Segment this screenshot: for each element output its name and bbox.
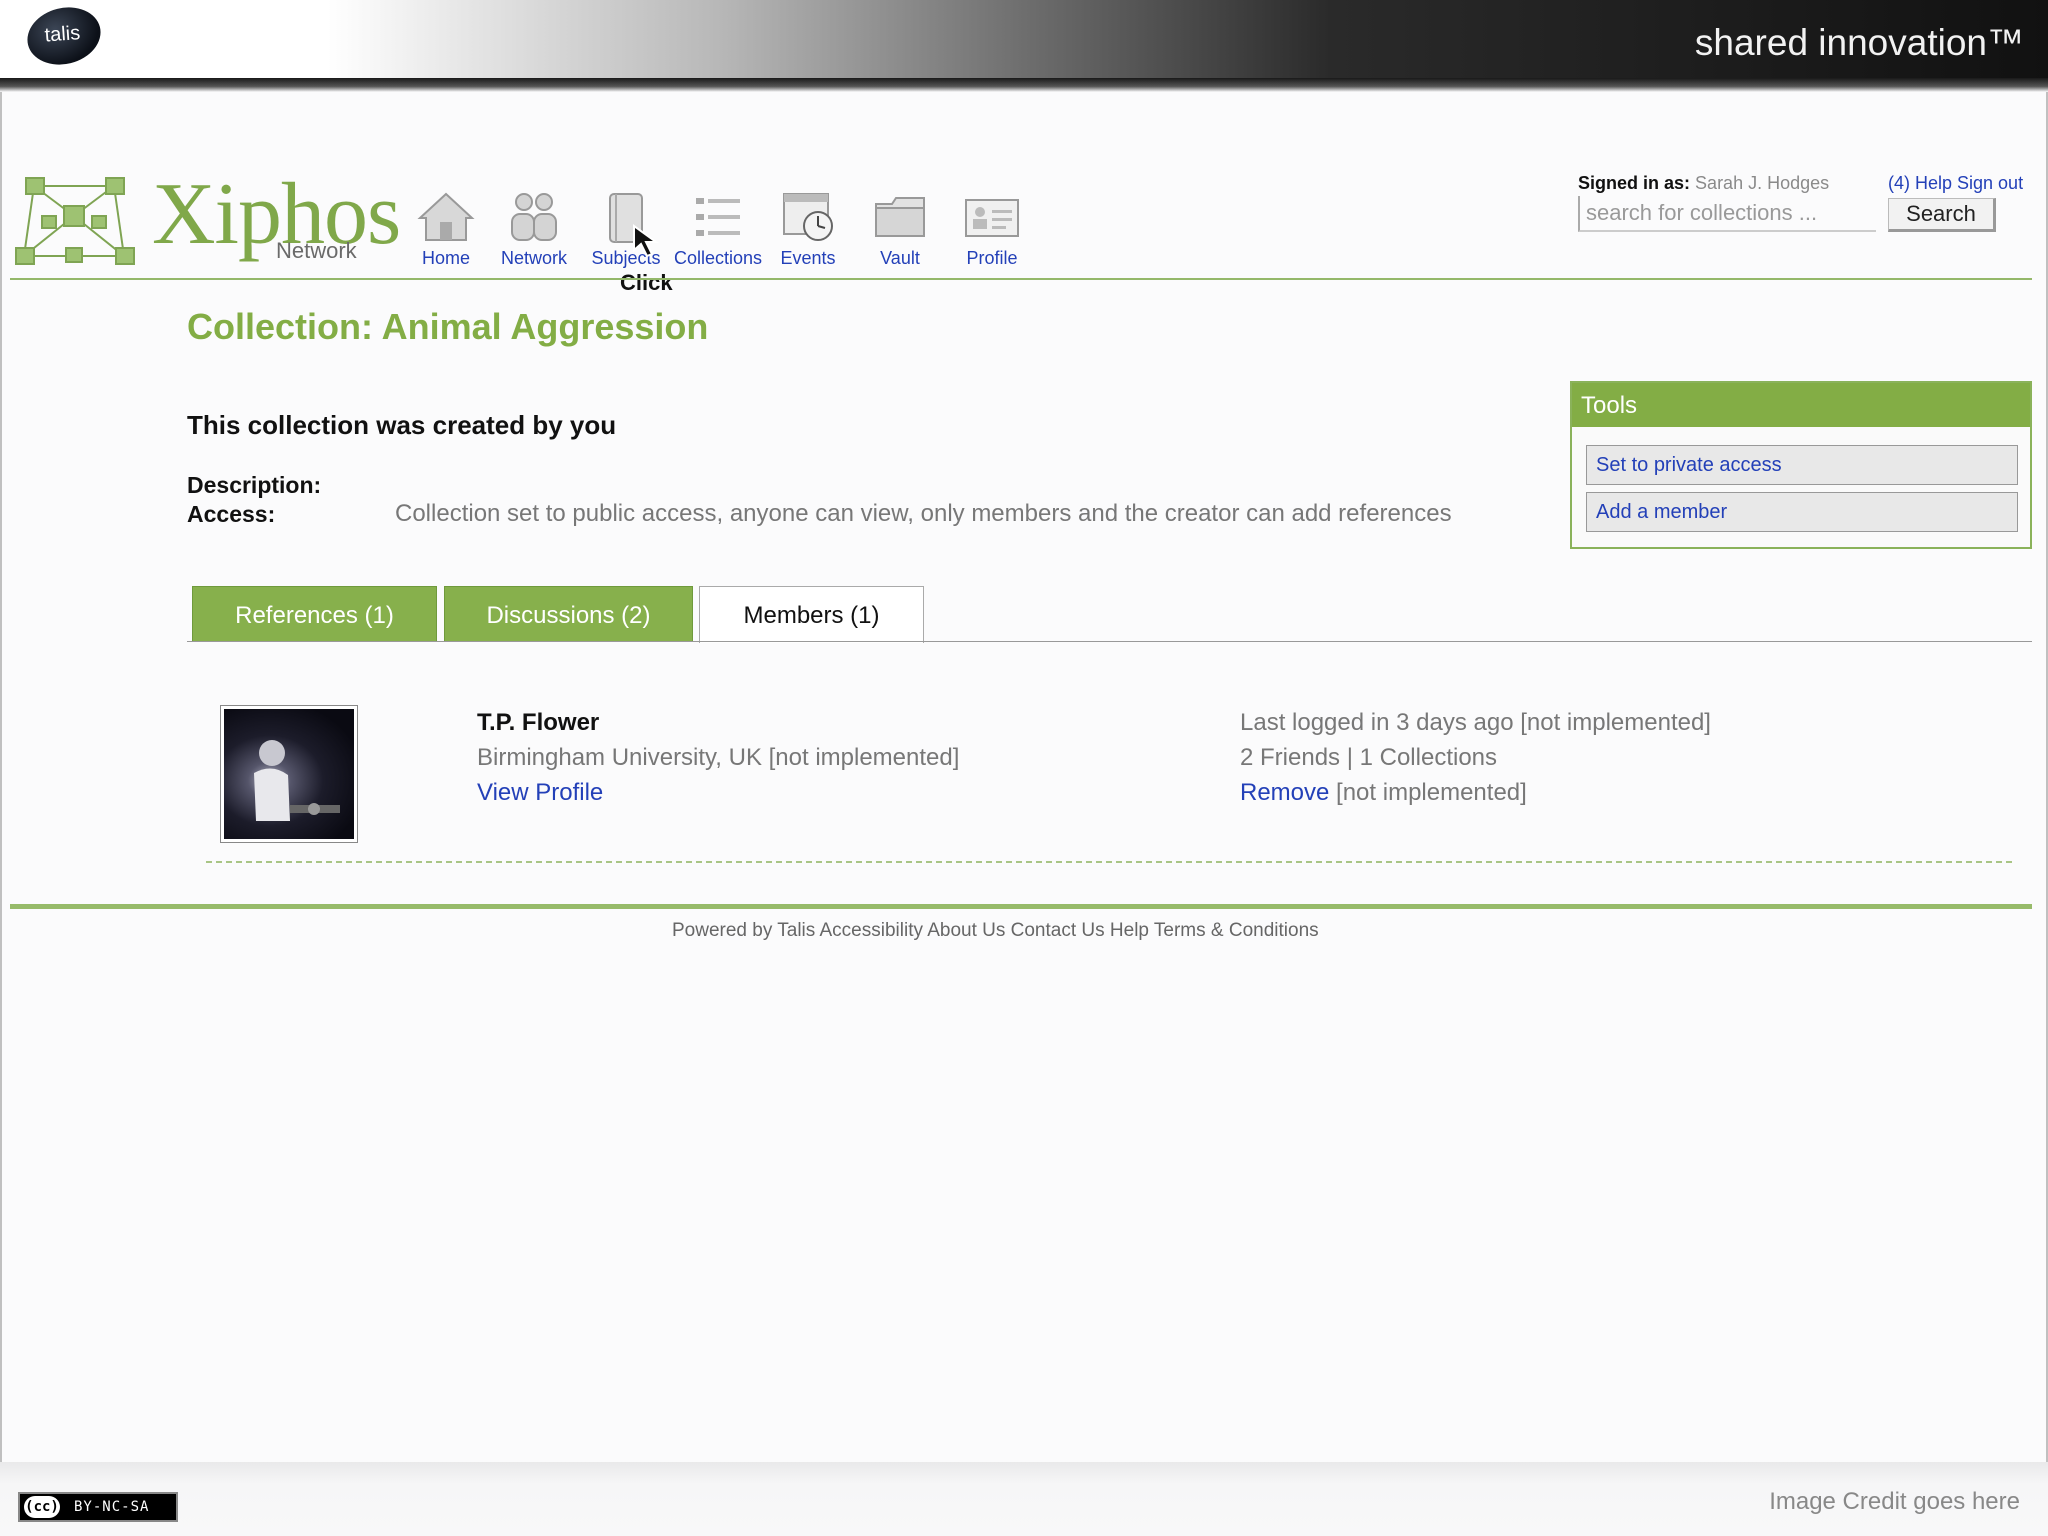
member-last-login: Last logged in 3 days ago [not implement… — [1240, 709, 1711, 736]
tab-members[interactable]: Members (1) — [699, 586, 924, 643]
tab-baseline — [187, 641, 2032, 642]
folder-icon — [875, 197, 925, 237]
member-stats: 2 Friends | 1 Collections — [1240, 744, 1498, 771]
slide-border-left — [0, 0, 2, 1536]
signed-in-status: Signed in as: Sarah J. Hodges — [1578, 173, 1829, 194]
member-name: T.P. Flower — [477, 709, 600, 736]
tagline: shared innovation™ — [1694, 22, 2024, 63]
click-annotation: Click — [620, 270, 673, 295]
nav-events-label: Events — [780, 248, 836, 268]
nav-vault-label: Vault — [880, 248, 920, 268]
tab-references[interactable]: References (1) — [192, 586, 437, 642]
footer-divider — [10, 904, 2032, 909]
access-label: Access: — [187, 501, 276, 527]
home-icon — [417, 192, 475, 241]
tab-discussions[interactable]: Discussions (2) — [444, 586, 693, 642]
signed-in-user: Sarah J. Hodges — [1695, 173, 1830, 193]
nav-home-label: Home — [421, 248, 470, 268]
add-member-button[interactable]: Add a member — [1586, 492, 2018, 532]
cc-license-text: BY-NC-SA — [74, 1499, 150, 1515]
search-input[interactable] — [1578, 196, 1876, 232]
nav-network-label: Network — [500, 248, 567, 268]
nav-collections[interactable]: Collections — [672, 190, 764, 269]
member-separator — [206, 861, 2012, 863]
site-footer[interactable]: Powered by Talis Accessibility About Us … — [672, 920, 1319, 942]
brand-subtitle: Network — [276, 238, 357, 263]
signed-in-label: Signed in as: — [1578, 173, 1691, 193]
member-photo — [224, 709, 354, 839]
page-title: Collection: Animal Aggression — [187, 306, 709, 347]
nav-vault[interactable]: Vault — [854, 190, 946, 269]
member-avatar[interactable] — [220, 705, 358, 843]
people-icon — [511, 193, 557, 241]
id-card-icon — [965, 199, 1019, 237]
person-photo-icon — [254, 740, 340, 821]
created-note: This collection was created by you — [187, 410, 617, 440]
cc-license-badge: (cc) BY-NC-SA — [18, 1492, 178, 1522]
account-links[interactable]: (4) Help Sign out — [1888, 173, 2023, 194]
view-profile-link[interactable]: View Profile — [477, 779, 603, 807]
image-credit: Image Credit goes here — [1769, 1488, 2020, 1515]
xiphos-logo[interactable]: Xiphos Network — [14, 166, 401, 270]
member-remove-row: Remove [not implemented] — [1240, 779, 1527, 807]
search-button[interactable]: Search — [1888, 198, 1996, 232]
nav-collections-label: Collections — [673, 248, 763, 268]
molecule-logo-icon — [15, 177, 135, 265]
talis-logo-text: talis — [43, 22, 81, 47]
calendar-clock-icon — [783, 193, 833, 241]
member-org: Birmingham University, UK [not implement… — [477, 744, 960, 771]
nav-network[interactable]: Network — [488, 190, 580, 269]
remove-note: [not implemented] — [1329, 779, 1527, 806]
set-private-access-button[interactable]: Set to private access — [1586, 445, 2018, 485]
slide-footer — [0, 1462, 2048, 1536]
nav-events[interactable]: Events — [762, 190, 854, 269]
remove-member-link[interactable]: Remove — [1240, 779, 1329, 806]
tools-panel: Tools Set to private access Add a member — [1570, 381, 2032, 549]
nav-profile[interactable]: Profile — [946, 190, 1038, 269]
description-label: Description: — [187, 472, 322, 498]
access-text: Collection set to public access, anyone … — [395, 500, 1452, 527]
list-icon — [696, 198, 740, 236]
header-divider — [10, 278, 2032, 280]
mouse-cursor-icon — [633, 224, 660, 258]
banner-shadow — [0, 78, 2048, 92]
cc-icon: (cc) — [24, 1496, 60, 1518]
tools-title: Tools — [1572, 383, 2030, 427]
nav-profile-label: Profile — [966, 248, 1018, 268]
nav-home[interactable]: Home — [400, 190, 492, 269]
